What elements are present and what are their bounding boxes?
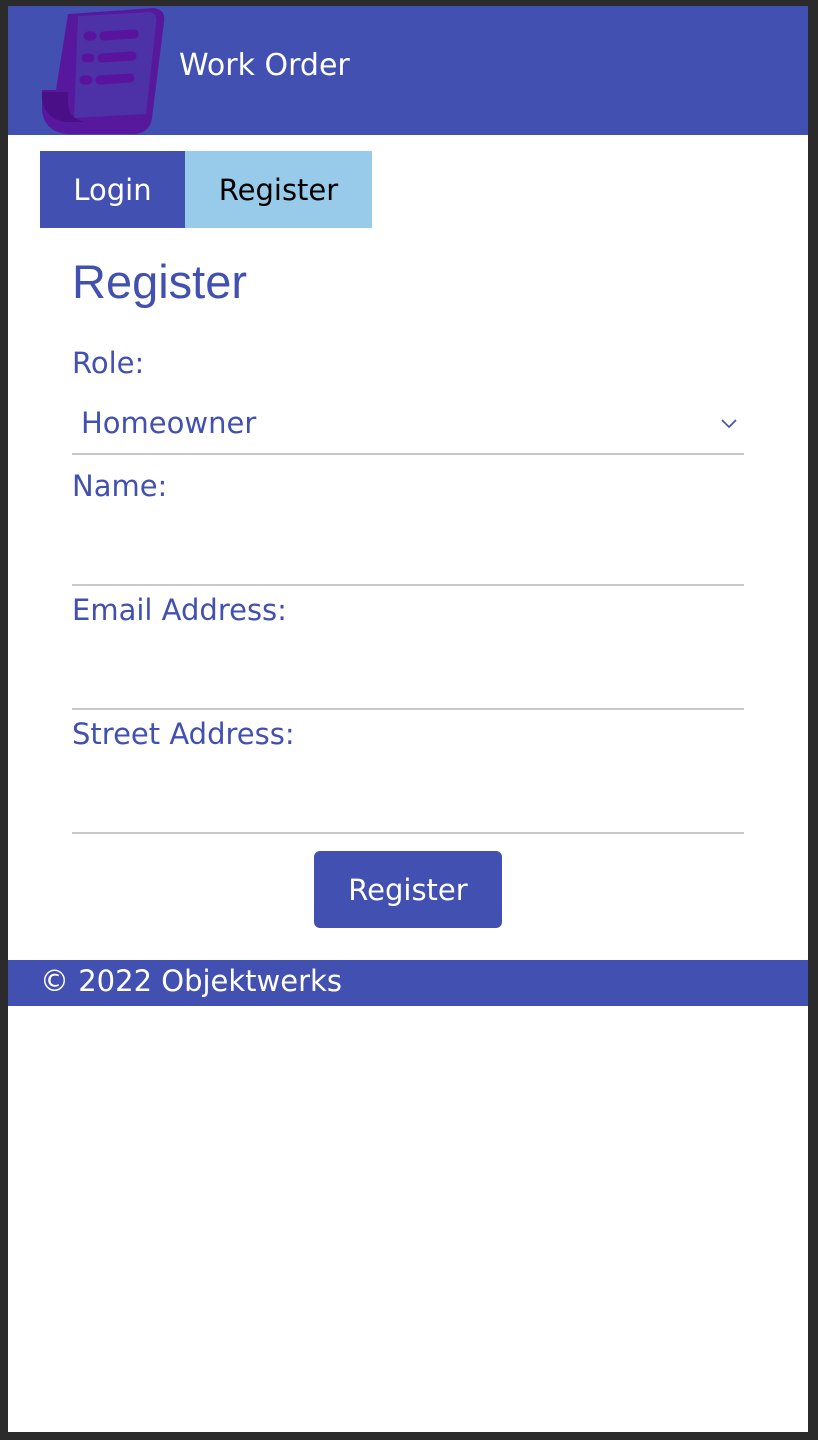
role-label: Role: [72,346,145,380]
street-address-field[interactable] [72,772,744,834]
register-button[interactable]: Register [314,851,502,928]
app-window: Work Order Login Register Register Role:… [8,6,808,1432]
tab-login[interactable]: Login [40,151,185,228]
footer: © 2022 Objektwerks [8,960,808,1006]
name-label: Name: [72,469,168,503]
app-title: Work Order [179,48,350,83]
email-label: Email Address: [72,593,287,627]
form-title: Register [72,255,248,308]
auth-tabs: Login Register [40,151,372,228]
app-header: Work Order [8,6,808,135]
role-select-value: Homeowner [81,406,257,440]
name-field[interactable] [72,524,744,586]
street-address-label: Street Address: [72,717,295,751]
chevron-down-icon [721,419,737,429]
role-select[interactable]: Homeowner [72,393,744,455]
document-list-icon [41,8,165,134]
name-input[interactable] [72,524,744,584]
email-field[interactable] [72,648,744,710]
copyright-text: © 2022 Objektwerks [40,964,342,998]
tab-register[interactable]: Register [185,151,372,228]
street-address-input[interactable] [72,772,744,832]
email-input[interactable] [72,648,744,708]
